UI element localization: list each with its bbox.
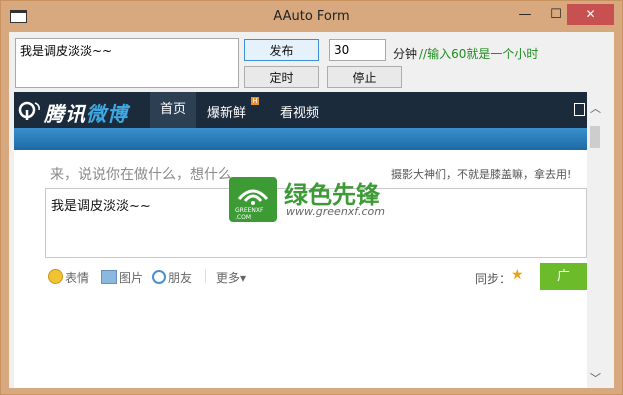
close-button[interactable]: ✕ bbox=[567, 4, 614, 25]
hot-badge: H bbox=[251, 97, 259, 105]
topic-link[interactable]: 摄影大神们，不就是膝盖嘛，拿去用! bbox=[391, 166, 571, 182]
watermark-small-text: GREENXF .COM bbox=[235, 207, 264, 221]
nav-home[interactable]: 首页 bbox=[150, 92, 196, 128]
logo-text-accent: 微博 bbox=[86, 102, 128, 126]
picture-tool[interactable]: 图片 bbox=[101, 269, 143, 286]
at-icon bbox=[152, 270, 166, 284]
watermark-url: www.greenxf.com bbox=[286, 205, 385, 218]
minutes-input[interactable]: 30 bbox=[329, 39, 386, 61]
stop-button[interactable]: 停止 bbox=[327, 66, 402, 88]
toolbar-divider bbox=[205, 269, 206, 283]
message-input[interactable]: 我是调皮淡淡~~ bbox=[15, 38, 239, 88]
nav-video[interactable]: 看视频 bbox=[280, 102, 319, 121]
publish-button[interactable]: 发布 bbox=[244, 39, 319, 61]
emoji-label: 表情 bbox=[65, 271, 90, 285]
picture-icon bbox=[101, 270, 117, 284]
embedded-browser: 腾讯微博 首页 爆新鲜 H 看视频 来，说说你在做什么，想什么 摄影大神们，不就… bbox=[14, 92, 603, 388]
minimize-button[interactable]: — bbox=[510, 4, 540, 25]
header-band bbox=[14, 128, 587, 150]
emoji-icon bbox=[48, 269, 63, 284]
weibo-logo-text[interactable]: 腾讯微博 bbox=[44, 98, 128, 127]
nav-hot[interactable]: 爆新鲜 bbox=[207, 102, 246, 121]
watermark: GREENXF .COM 绿色先锋 www.greenxf.com bbox=[229, 177, 399, 227]
browser-scrollbar[interactable]: ︿ ﹀ bbox=[587, 92, 603, 388]
send-button[interactable]: 广 bbox=[540, 263, 587, 290]
scroll-up-icon[interactable]: ︿ bbox=[590, 100, 601, 116]
timer-button[interactable]: 定时 bbox=[244, 66, 319, 88]
watermark-badge: GREENXF .COM bbox=[229, 177, 277, 222]
logo-text-main: 腾讯 bbox=[44, 102, 86, 126]
weibo-nav-bar: 腾讯微博 首页 爆新鲜 H 看视频 bbox=[14, 92, 587, 128]
hint-comment: //输入60就是一个小时 bbox=[419, 47, 539, 61]
picture-label: 图片 bbox=[119, 271, 144, 285]
title-bar[interactable]: AAuto Form — ☐ ✕ bbox=[1, 1, 622, 32]
scroll-down-icon[interactable]: ﹀ bbox=[590, 370, 601, 386]
nav-menu-icon[interactable] bbox=[574, 103, 585, 116]
star-icon[interactable]: ★ bbox=[511, 267, 524, 283]
friend-label: 朋友 bbox=[168, 271, 193, 285]
wifi-icon bbox=[237, 189, 269, 205]
minutes-unit-label: 分钟 bbox=[393, 47, 418, 61]
friend-tool[interactable]: 朋友 bbox=[152, 269, 192, 286]
weibo-logo-icon bbox=[18, 101, 40, 120]
emoji-tool[interactable]: 表情 bbox=[48, 269, 89, 286]
scroll-thumb[interactable] bbox=[590, 126, 600, 148]
more-tool[interactable]: 更多▾ bbox=[216, 269, 246, 286]
compose-prompt: 来，说说你在做什么，想什么 bbox=[50, 167, 232, 183]
sync-label: 同步： bbox=[475, 272, 512, 286]
